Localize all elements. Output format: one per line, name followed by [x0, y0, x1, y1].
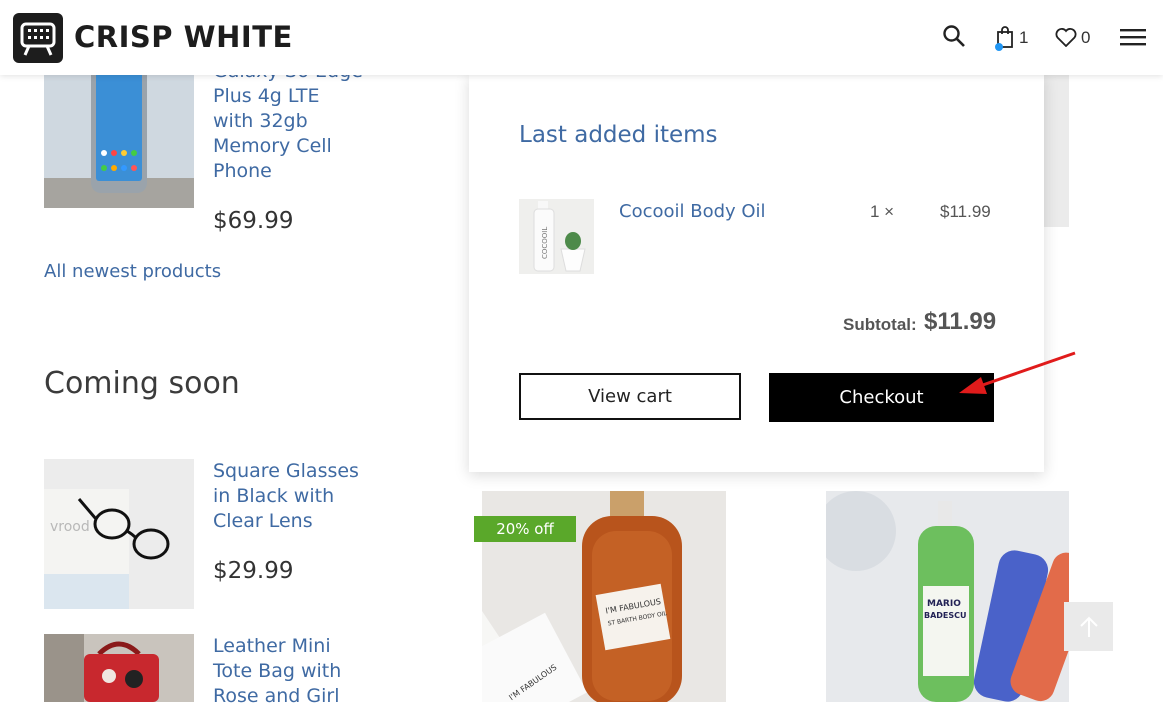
wishlist-count[interactable]: 0	[1081, 28, 1090, 48]
subtotal-label: Subtotal:	[843, 315, 917, 334]
svg-text:COCOOIL: COCOOIL	[541, 227, 549, 259]
subtotal-value: $11.99	[924, 308, 997, 335]
title-line[interactable]: with 32gb	[213, 109, 363, 134]
search-icon[interactable]	[942, 24, 966, 53]
site-header: CRISP WHITE 1 0	[0, 0, 1163, 75]
title-line[interactable]: Tote Bag with	[213, 659, 341, 684]
svg-text:BADESCU: BADESCU	[924, 611, 967, 620]
scroll-to-top-button[interactable]	[1064, 602, 1113, 651]
cart-item-quantity: 1 ×	[870, 202, 895, 221]
product-title-phone[interactable]: Galaxy S6 Edge Plus 4g LTE with 32gb Mem…	[213, 59, 363, 184]
title-line[interactable]: Leather Mini	[213, 634, 341, 659]
cart-item-price: $11.99	[940, 202, 991, 221]
mini-cart-title: Last added items	[519, 122, 718, 148]
product-image-partial[interactable]	[1044, 75, 1069, 227]
product-image-facial-spray[interactable]: MARIO BADESCU	[826, 491, 1069, 702]
cart-item-name[interactable]: Cocooil Body Oil	[619, 201, 766, 222]
mini-cart-dropdown: Last added items COCOOIL Cocooil Body Oi…	[469, 75, 1044, 472]
arrow-up-icon	[1079, 616, 1098, 637]
title-line[interactable]: Phone	[213, 159, 363, 184]
discount-badge: 20% off	[474, 516, 576, 542]
title-line[interactable]: Rose and Girl	[213, 684, 341, 709]
cart-item-thumbnail[interactable]: COCOOIL	[519, 199, 594, 274]
product-price-glasses: $29.99	[213, 558, 294, 584]
view-cart-button[interactable]: View cart	[519, 373, 741, 420]
svg-text:vrood: vrood	[50, 519, 90, 535]
title-line[interactable]: Memory Cell	[213, 134, 363, 159]
product-image-bag[interactable]	[44, 634, 194, 702]
heart-icon[interactable]	[1055, 27, 1077, 52]
title-line[interactable]: Square Glasses	[213, 459, 359, 484]
product-image-glasses[interactable]: vrood	[44, 459, 194, 609]
title-line[interactable]: Clear Lens	[213, 509, 359, 534]
product-title-bag[interactable]: Leather Mini Tote Bag with Rose and Girl	[213, 634, 341, 709]
title-line[interactable]: in Black with	[213, 484, 359, 509]
annotation-arrow-icon	[959, 351, 1076, 394]
all-newest-products-link[interactable]: All newest products	[44, 261, 221, 282]
menu-icon[interactable]	[1120, 27, 1146, 52]
title-line[interactable]: Plus 4g LTE	[213, 84, 363, 109]
logo-icon[interactable]	[13, 13, 63, 63]
cart-count[interactable]: 1	[1019, 28, 1028, 48]
cart-notification-dot	[995, 43, 1003, 51]
product-title-glasses[interactable]: Square Glasses in Black with Clear Lens	[213, 459, 359, 534]
logo-text[interactable]: CRISP WHITE	[74, 20, 293, 54]
coming-soon-heading: Coming soon	[44, 366, 240, 401]
product-price-phone: $69.99	[213, 208, 294, 234]
product-image-phone[interactable]	[44, 58, 194, 208]
svg-text:MARIO: MARIO	[927, 599, 961, 609]
